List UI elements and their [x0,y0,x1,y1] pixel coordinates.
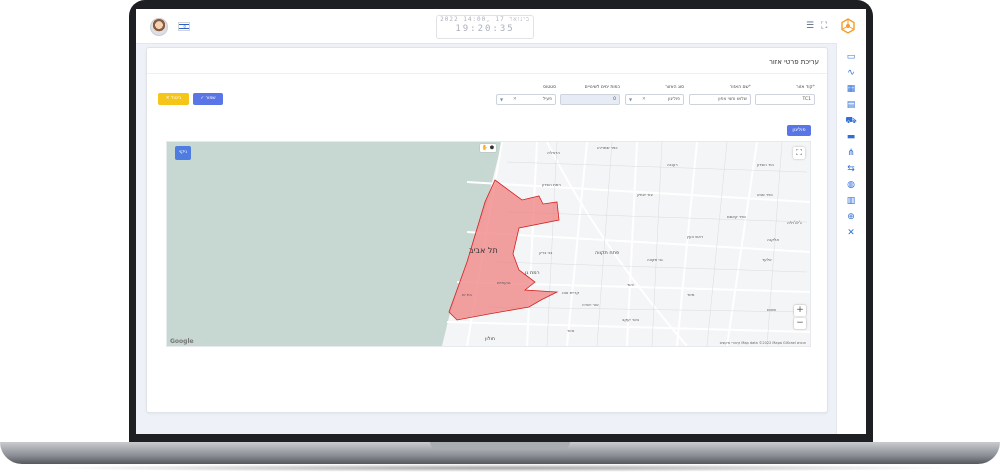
sidebar-tools-icon[interactable]: ✕ [845,227,857,239]
map-label: באר יעקב [622,317,640,322]
map-label: קריית אונו [562,290,580,295]
status-label: סטטוס [543,85,556,90]
map-label: אלעד [762,257,772,262]
map-label: בת ים [462,292,472,297]
clear-icon[interactable]: ✕ [642,95,646,104]
map-label: כפר קאסם [727,214,746,219]
title-divider [147,73,827,74]
map-attribution: קיצורי מקשים Map data ©2022 Mapa GISrael… [719,341,806,345]
status-select[interactable]: פעיל ✕ ▼ [496,94,556,105]
map-label: חולון [485,336,496,342]
clear-map-button[interactable]: ניקוי [175,146,191,160]
map-label: שוהם [767,307,777,312]
area-name-label: *שם האזור [729,85,751,90]
area-type-select[interactable]: פוליגון ✕ ▼ [625,94,684,105]
map-canvas [167,142,810,346]
fullscreen-icon[interactable]: ⛶ [821,22,827,31]
map-label: הוד השרון [757,162,775,167]
laptop-notch [430,442,570,449]
sidebar-calendar-icon[interactable]: ▦ [845,83,857,95]
map-label: יהוד [627,282,634,287]
map-label: מזור [687,292,695,297]
map-label: בני ברק [539,250,553,255]
days-for-changes-input[interactable]: 0 [560,94,620,105]
map-label: רעננה [667,162,678,167]
area-edit-card: עריכת פרטי אזור *קוד אזור TC1 *שם האזור … [146,47,828,413]
zoom-out-button[interactable]: − [794,318,806,329]
map-label: גבעתיים [497,280,511,285]
sea-area [167,142,502,346]
israel-flag-icon[interactable]: ✡ [178,22,190,31]
map-label: אלקנה [767,237,779,242]
area-name-input[interactable]: שלוש וחצי צפון [689,94,751,105]
sidebar-world-icon[interactable]: ⊕ [845,211,857,223]
laptop-shadow [40,464,960,472]
map-label: אזור [567,328,575,333]
map-label: צור יצחק [637,192,653,197]
polygon-button[interactable]: פוליגון [787,125,811,136]
page-title: עריכת פרטי אזור [768,58,819,66]
area-code-label: *קוד אזור [796,85,815,90]
sidebar-fleet-icon[interactable]: ▬ [845,131,857,143]
area-code-input[interactable]: TC1 [755,94,815,105]
map-label: רמת גן [525,270,540,276]
map-label: ראש העין [687,234,704,239]
app-screen: ✡ 2022 בינואר 17 ,14:00 19:20:35 ☰ ⛶ ▭ ∿… [136,9,866,434]
clock-date: 2022 בינואר 17 ,14:00 [440,16,530,23]
sidebar: ▭ ∿ ▦ ▤ ⛟ ▬ ⋔ ⇆ ◍ ▥ ⊕ ✕ [836,43,866,434]
sidebar-truck-icon[interactable]: ⛟ [845,115,857,127]
save-button[interactable]: ✓ שמור [193,93,223,105]
sidebar-transfer-icon[interactable]: ⇆ [845,163,857,175]
map-fullscreen-icon[interactable]: ⛶ [793,147,805,159]
zoom-in-button[interactable]: + [794,305,806,316]
cancel-button[interactable]: ✕ ביטול [158,93,189,105]
sidebar-globe-icon[interactable]: ◍ [845,179,857,191]
chevron-down-icon: ▼ [629,97,633,102]
clock-time: 19:20:35 [455,24,515,34]
chevron-down-icon: ▼ [500,97,504,102]
map-view[interactable]: ניקוי ✋ ⬟ ⛶ + − תל אביב כפר שמריהו רעננה… [166,141,811,347]
map-label: ג'לג'וליה [787,220,802,225]
menu-icon[interactable]: ☰ [806,22,814,31]
map-label: פתח תקווה [595,250,620,256]
map-label-tel-aviv: תל אביב [469,246,498,255]
clear-icon[interactable]: ✕ [513,95,517,104]
map-label: כפר שמריהו [597,145,618,150]
google-logo: Google [170,338,194,345]
avatar[interactable] [150,18,168,36]
sidebar-network-icon[interactable]: ⋔ [845,147,857,159]
top-bar: ✡ 2022 בינואר 17 ,14:00 19:20:35 ☰ ⛶ [136,9,866,44]
map-label: רמת השרון [542,182,561,187]
map-label: הרצליה [547,150,561,155]
sidebar-chat-icon[interactable]: ▭ [845,51,857,63]
sidebar-building-icon[interactable]: ▥ [845,195,857,207]
area-type-label: סוג האזור [665,85,684,90]
clock-display: 2022 בינואר 17 ,14:00 19:20:35 [436,15,534,39]
sidebar-report-icon[interactable]: ▤ [845,99,857,111]
app-logo-icon[interactable] [840,18,856,34]
map-label: גני תקווה [647,257,663,262]
map-label: כפר סבא [757,192,773,197]
map-label: אור יהודה [582,302,599,307]
sidebar-route-icon[interactable]: ∿ [845,67,857,79]
days-for-changes-label: כמות ימים לשינויים [584,85,620,90]
draw-tools[interactable]: ✋ ⬟ [480,144,496,152]
